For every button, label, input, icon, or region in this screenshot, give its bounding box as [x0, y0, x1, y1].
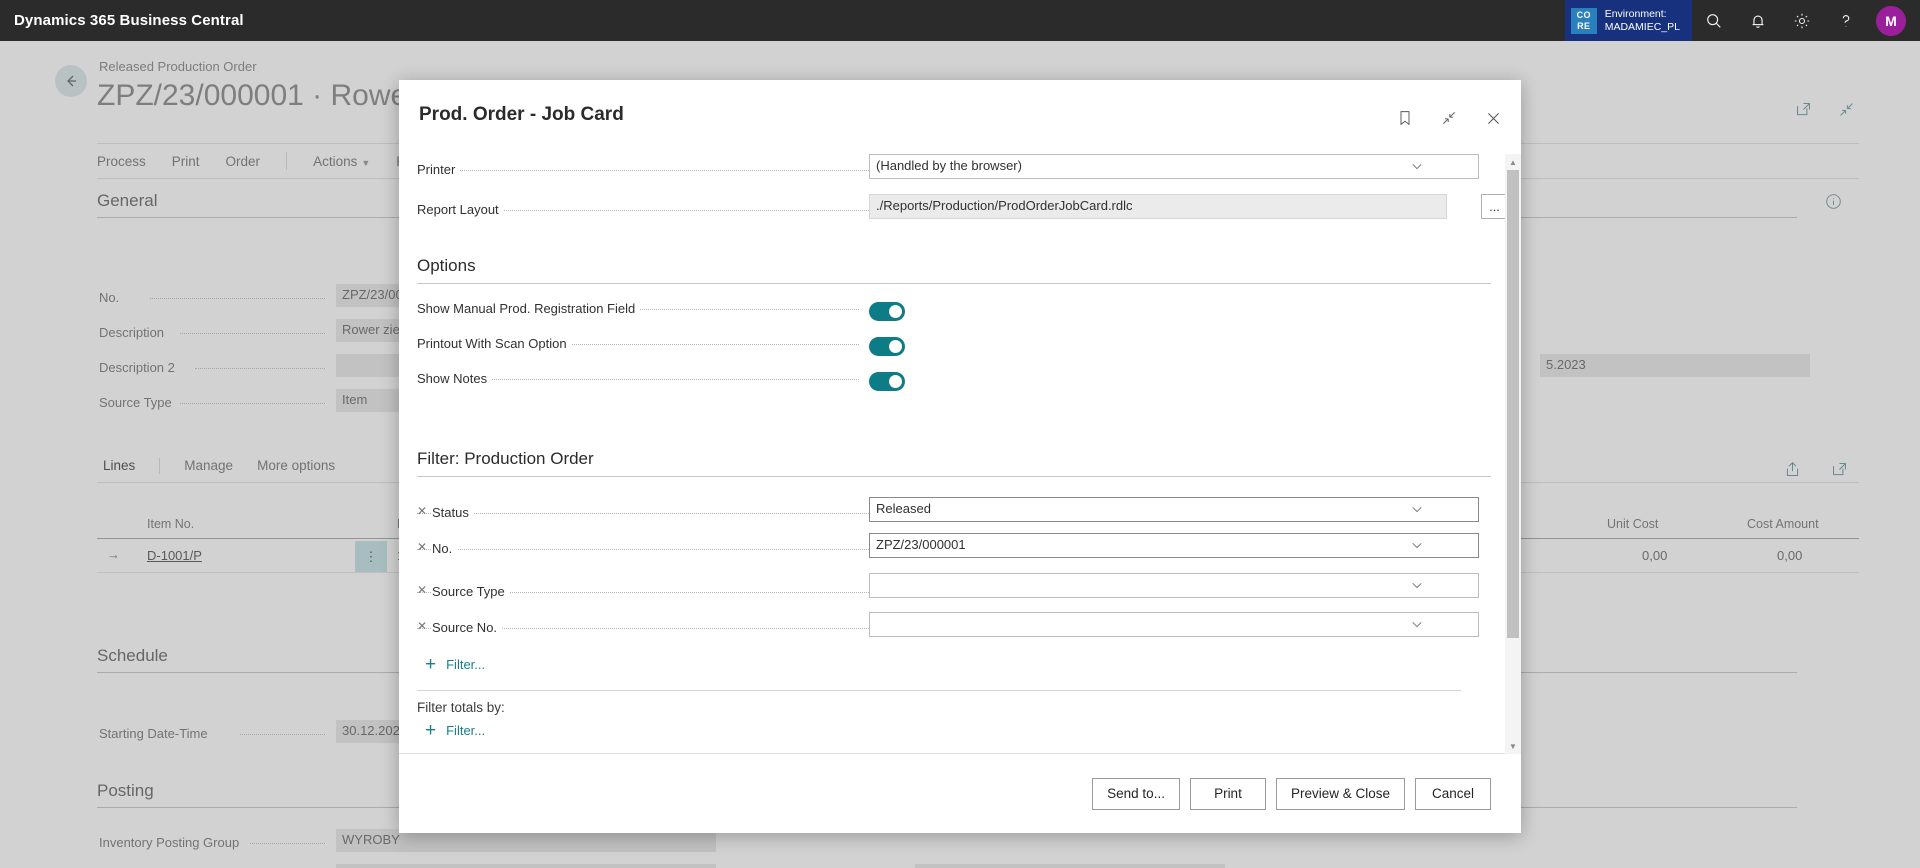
filter-row-status: ✕ Status Released [417, 497, 1491, 533]
search-icon[interactable] [1692, 0, 1736, 41]
environment-badge[interactable]: CO RE Environment: MADAMIEC_PL [1564, 0, 1692, 41]
prod-order-job-card-dialog: Prod. Order - Job Card ▲ ▼ Printer (Hand… [399, 80, 1521, 833]
filter-row-source-no: ✕ Source No. [417, 605, 1491, 641]
filter-row-source-type: ✕ Source Type [417, 569, 1491, 605]
toggle-knob [889, 305, 902, 318]
preview-and-close-button[interactable]: Preview & Close [1275, 777, 1405, 810]
add-filter-totals-label: Filter... [446, 723, 486, 738]
dialog-footer: Send to... Print Preview & Close Cancel [399, 753, 1521, 833]
options-section-heading: Options [417, 256, 1491, 284]
show-notes-label: Show Notes [417, 371, 493, 386]
cancel-button[interactable]: Cancel [1415, 777, 1491, 810]
filter-input-no[interactable]: ZPZ/23/000001 [869, 533, 1479, 558]
filter-label-status: Status [432, 505, 474, 520]
help-question-icon[interactable] [1824, 0, 1868, 41]
send-to-button[interactable]: Send to... [1092, 777, 1180, 810]
report-layout-browse-button[interactable]: ... [1481, 194, 1508, 219]
filter-input-source-type[interactable] [869, 573, 1479, 598]
close-icon[interactable] [1479, 104, 1507, 132]
filter-label-source-no: Source No. [432, 620, 503, 635]
report-layout-label: Report Layout [417, 202, 504, 217]
bookmark-icon[interactable] [1391, 104, 1419, 132]
add-filter-link[interactable]: + Filter... [417, 651, 1491, 678]
filter-label-no: No. [432, 541, 458, 556]
filter-section-heading: Filter: Production Order [417, 449, 1491, 477]
printout-with-scan-row: Printout With Scan Option [417, 334, 1491, 369]
printout-with-scan-toggle[interactable] [869, 337, 905, 356]
remove-filter-icon[interactable]: ✕ [417, 583, 427, 597]
filter-label-source-type: Source Type [432, 584, 510, 599]
show-manual-prod-registration-row: Show Manual Prod. Registration Field [417, 299, 1491, 334]
shrink-icon[interactable] [1435, 104, 1463, 132]
toggle-knob [889, 375, 902, 388]
scroll-down-arrow[interactable]: ▼ [1505, 738, 1521, 754]
toggle-knob [889, 340, 902, 353]
printer-label: Printer [417, 162, 461, 177]
app-topbar: Dynamics 365 Business Central CO RE Envi… [0, 0, 1920, 41]
notification-bell-icon[interactable] [1736, 0, 1780, 41]
dialog-title: Prod. Order - Job Card [419, 104, 624, 125]
avatar[interactable]: M [1876, 5, 1906, 36]
company-logo: CO RE [1570, 7, 1597, 34]
dialog-scrollbar[interactable]: ▲ ▼ [1505, 154, 1521, 754]
scroll-up-arrow[interactable]: ▲ [1505, 154, 1521, 170]
show-notes-toggle[interactable] [869, 372, 905, 391]
environment-label: Environment: [1604, 7, 1667, 20]
remove-filter-icon[interactable]: ✕ [417, 540, 427, 554]
printer-input[interactable]: (Handled by the browser) [869, 154, 1479, 179]
filter-totals-heading: Filter totals by: [417, 700, 505, 715]
print-button[interactable]: Print [1189, 777, 1266, 810]
environment-text: Environment: MADAMIEC_PL [1605, 8, 1680, 34]
plus-icon: + [425, 719, 437, 741]
report-layout-row: Report Layout ./Reports/Production/ProdO… [417, 194, 1508, 240]
plus-icon: + [425, 653, 437, 675]
filter-row-no: ✕ No. ZPZ/23/000001 [417, 533, 1491, 569]
environment-name: MADAMIEC_PL [1604, 20, 1680, 33]
show-notes-row: Show Notes [417, 369, 1491, 404]
show-manual-prod-registration-toggle[interactable] [869, 302, 905, 321]
filter-input-status[interactable]: Released [869, 497, 1479, 522]
scrollbar-thumb[interactable] [1507, 170, 1519, 638]
remove-filter-icon[interactable]: ✕ [417, 504, 427, 518]
add-filter-totals-link[interactable]: + Filter... [417, 717, 1491, 744]
add-filter-label: Filter... [446, 657, 486, 672]
app-title: Dynamics 365 Business Central [14, 12, 244, 29]
report-layout-input: ./Reports/Production/ProdOrderJobCard.rd… [869, 194, 1447, 219]
printer-row: Printer (Handled by the browser) [417, 154, 1491, 194]
dialog-header-icons [1391, 104, 1507, 132]
topbar-right-group: CO RE Environment: MADAMIEC_PL M [1564, 0, 1920, 41]
filter-input-source-no[interactable] [869, 612, 1479, 637]
dialog-header: Prod. Order - Job Card [399, 80, 1521, 154]
printout-with-scan-label: Printout With Scan Option [417, 336, 572, 351]
settings-gear-icon[interactable] [1780, 0, 1824, 41]
remove-filter-icon[interactable]: ✕ [417, 619, 427, 633]
dialog-body: Printer (Handled by the browser) Report … [399, 154, 1521, 754]
show-manual-prod-registration-label: Show Manual Prod. Registration Field [417, 301, 641, 316]
